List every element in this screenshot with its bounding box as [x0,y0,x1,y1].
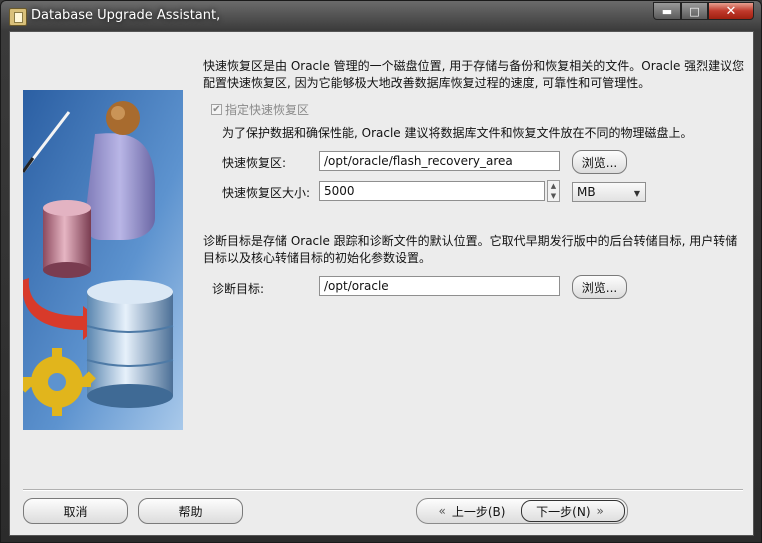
flash-note: 为了保护数据和确保性能, Oracle 建议将数据库文件和恢复文件放在不同的物理… [222,126,693,140]
maximize-button[interactable]: □ [681,2,708,20]
diag-input[interactable]: /opt/oracle [319,276,560,296]
flash-size-label: 快速恢复区大小: [222,186,311,200]
footer-divider [23,489,743,491]
flash-size-input[interactable]: 5000 [319,181,545,201]
title-bar[interactable]: Database Upgrade Assistant, ▬ □ ✕ [1,1,761,31]
spinner-down-icon[interactable]: ▼ [548,191,559,201]
wizard-panel: 快速恢复区是由 Oracle 管理的一个磁盘位置, 用于存储与备份和恢复相关的文… [9,31,754,536]
diag-label: 诊断目标: [212,282,265,296]
double-chevron-right-icon: » [596,504,604,518]
specify-flash-checkbox[interactable]: ✔ [211,103,222,115]
specify-flash-checkbox-label: 指定快速恢复区 [225,102,310,117]
flash-size-unit-select[interactable]: MB ▼ [572,182,646,202]
specify-flash-checkbox-row: ✔ 指定快速恢复区 [211,101,309,117]
back-button[interactable]: « 上一步(B) [419,500,519,522]
flash-browse-button[interactable]: 浏览... [572,150,627,174]
app-icon [9,8,27,26]
cancel-button[interactable]: 取消 [23,498,128,524]
spinner-up-icon[interactable]: ▲ [548,181,559,191]
flash-area-label: 快速恢复区: [222,156,287,170]
close-button[interactable]: ✕ [708,2,754,20]
chevron-down-icon: ▼ [633,189,640,198]
back-button-label: 上一步(B) [451,504,506,519]
app-window: Database Upgrade Assistant, ▬ □ ✕ 快速恢复区是… [0,0,762,543]
flash-size-spinner[interactable]: ▲ ▼ [547,180,560,202]
navigation-button-group: « 上一步(B) 下一步(N) » [416,498,628,524]
double-chevron-left-icon: « [438,504,446,518]
wizard-illustration [23,90,183,430]
unit-value: MB [577,185,596,199]
diag-intro-line2: 目标以及核心转储目标的初始化参数设置。 [203,251,432,265]
flash-intro-line1: 快速恢复区是由 Oracle 管理的一个磁盘位置, 用于存储与备份和恢复相关的文… [203,59,745,73]
flash-intro-line2: 配置快速恢复区, 因为它能够极大地改善数据库恢复过程的速度, 可靠性和可管理性。 [203,76,651,90]
next-button-label: 下一步(N) [536,504,591,519]
diag-browse-button[interactable]: 浏览... [572,275,627,299]
diag-intro-line1: 诊断目标是存储 Oracle 跟踪和诊断文件的默认位置。它取代早期发行版中的后台… [203,234,738,248]
window-title: Database Upgrade Assistant, [31,8,221,23]
flash-area-input[interactable]: /opt/oracle/flash_recovery_area [319,151,560,171]
help-button[interactable]: 帮助 [138,498,243,524]
minimize-button[interactable]: ▬ [653,2,681,20]
next-button[interactable]: 下一步(N) » [521,500,625,522]
